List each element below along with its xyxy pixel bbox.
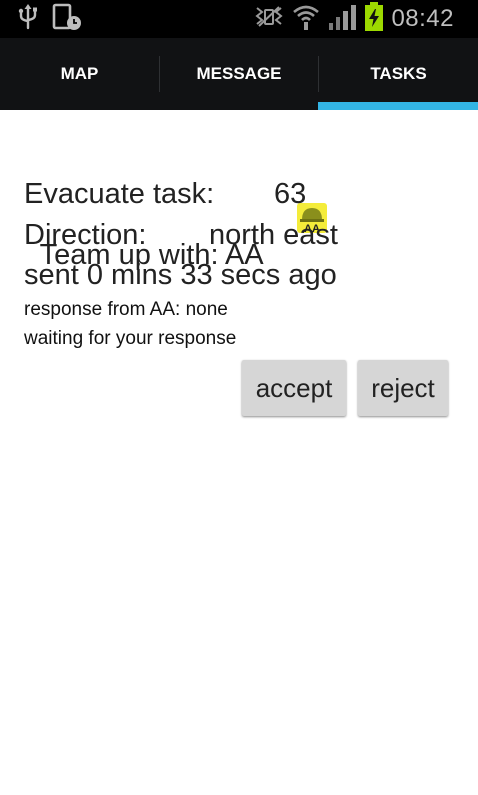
sent-time-text: sent 0 mins 33 secs ago bbox=[24, 259, 337, 291]
selected-tab-indicator bbox=[318, 102, 478, 110]
tab-tasks[interactable]: TASKS bbox=[319, 38, 478, 110]
evacuate-task-value: 63 bbox=[274, 178, 307, 210]
tab-map[interactable]: MAP bbox=[0, 38, 159, 110]
accept-button[interactable]: accept bbox=[242, 360, 346, 416]
battery-charging-icon bbox=[364, 2, 384, 36]
reject-button[interactable]: reject bbox=[358, 360, 448, 416]
status-right: 08:42 bbox=[253, 2, 454, 36]
status-left bbox=[18, 3, 82, 35]
mute-icon bbox=[253, 4, 285, 34]
usb-icon bbox=[18, 3, 38, 35]
waiting-status-text: waiting for your response bbox=[24, 328, 237, 349]
signal-icon bbox=[327, 3, 357, 35]
status-bar: 08:42 bbox=[0, 0, 478, 38]
response-status-text: response from AA: none bbox=[24, 299, 228, 320]
wifi-icon bbox=[292, 3, 320, 35]
clock-time: 08:42 bbox=[391, 5, 454, 32]
direction-label: Direction: bbox=[24, 219, 147, 251]
tab-bar: MAP MESSAGE TASKS bbox=[0, 38, 478, 110]
screenshot-icon bbox=[52, 3, 82, 35]
evacuate-task-label: Evacuate task: bbox=[24, 178, 215, 210]
tab-message[interactable]: MESSAGE bbox=[160, 38, 318, 110]
direction-value: north east bbox=[209, 219, 338, 251]
